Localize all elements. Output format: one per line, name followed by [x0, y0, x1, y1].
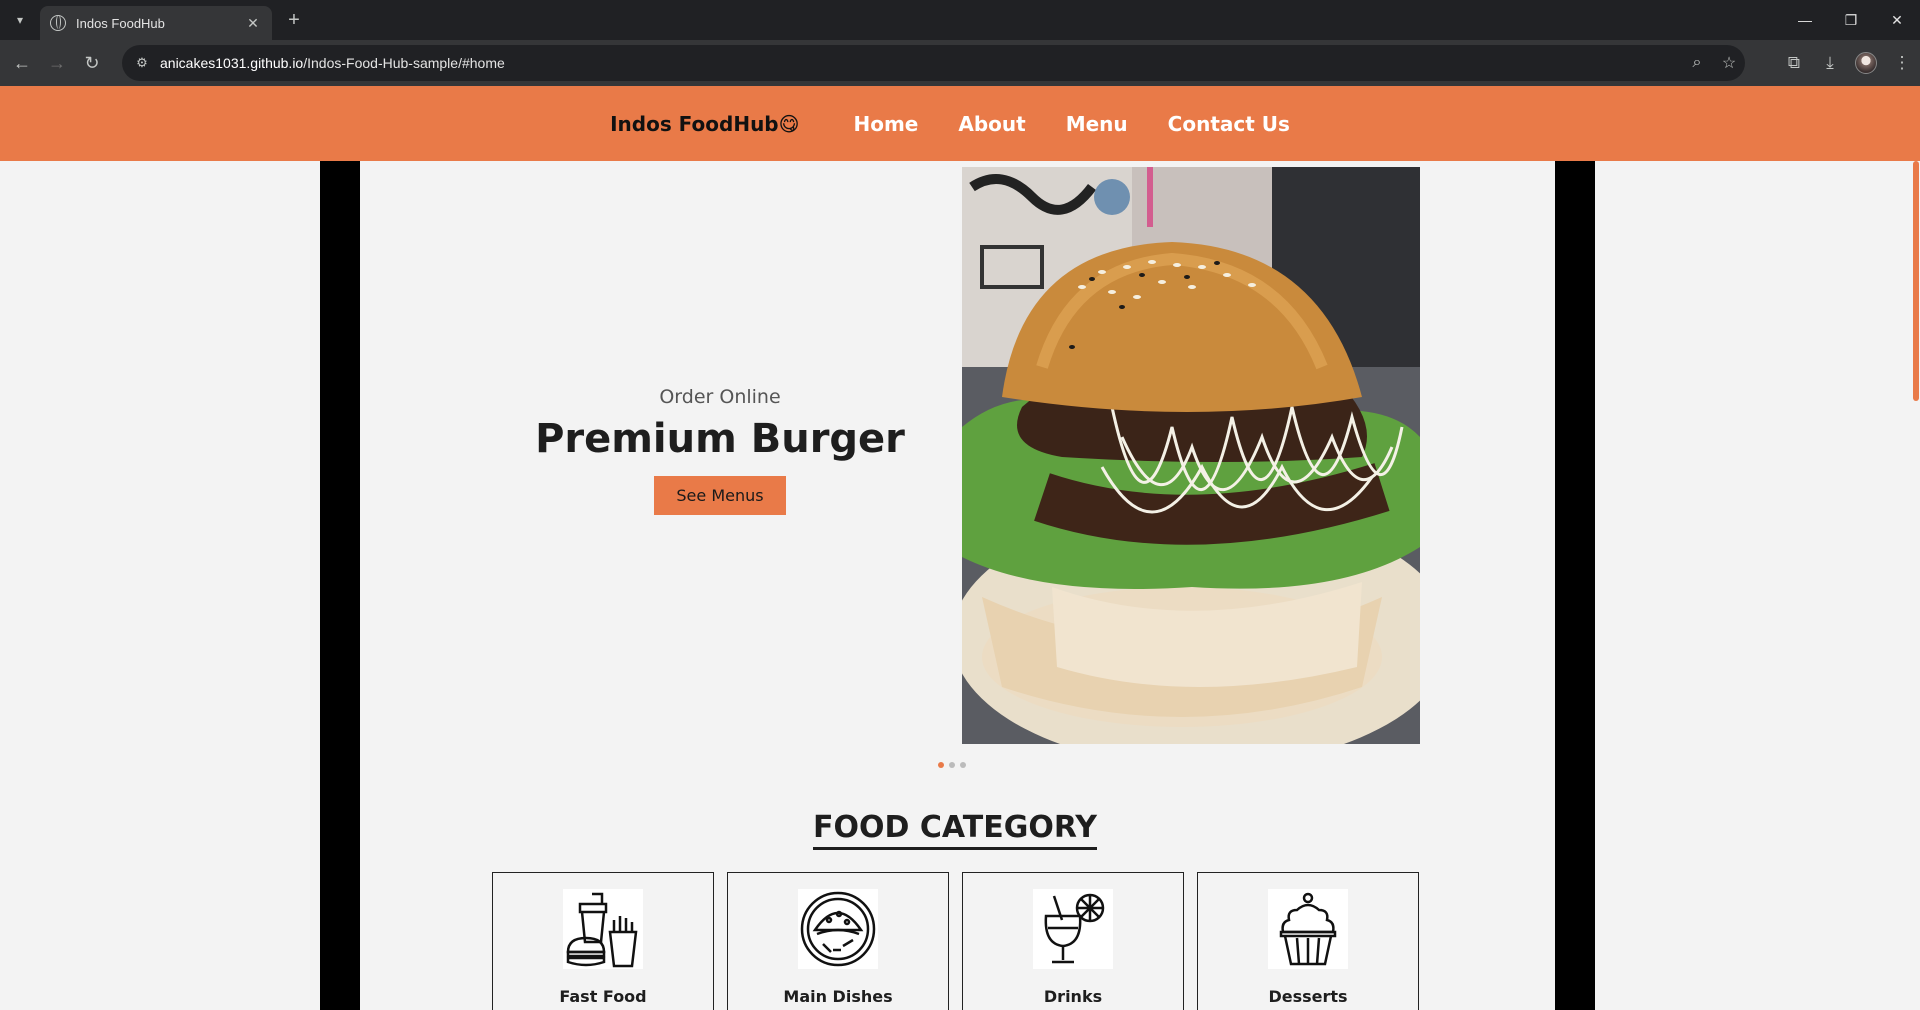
bookmark-star-icon[interactable]: ☆	[1713, 53, 1745, 73]
nav-menu[interactable]: Menu	[1066, 112, 1128, 136]
category-label-main-dishes: Main Dishes	[783, 987, 893, 1006]
page-viewport: Indos FoodHub😋 Home About Menu Contact U…	[0, 86, 1920, 1010]
menu-kebab-icon[interactable]: ⋮	[1884, 46, 1920, 80]
nav-about[interactable]: About	[958, 112, 1025, 136]
window-controls: — ❐ ✕	[1782, 0, 1920, 40]
toolbar-actions: ⧉ ⤓ ⋮	[1776, 46, 1920, 80]
frame-border-left	[320, 161, 360, 1010]
carousel-dot-2[interactable]	[949, 762, 955, 768]
category-card-drinks[interactable]: Drinks	[962, 872, 1184, 1010]
category-label-drinks: Drinks	[1043, 987, 1103, 1006]
burger-illustration	[962, 167, 1420, 744]
hero-title: Premium Burger	[535, 416, 905, 462]
url-path: /Indos-Food-Hub-sample/#home	[303, 55, 505, 71]
site-header: Indos FoodHub😋 Home About Menu Contact U…	[0, 86, 1920, 161]
taco-plate-icon	[798, 889, 878, 969]
frame-border-right	[1555, 161, 1595, 1010]
cocktail-icon	[1033, 889, 1113, 969]
avatar	[1855, 52, 1877, 74]
hero-subtitle: Order Online	[659, 386, 781, 408]
category-card-fast-food[interactable]: Fast Food	[492, 872, 714, 1010]
category-label-desserts: Desserts	[1268, 987, 1348, 1006]
browser-toolbar: ← → ↻ ⚙ anicakes1031.github.io/Indos-Foo…	[0, 40, 1920, 86]
url-host: anicakes1031.github.io	[160, 55, 304, 71]
category-label-fast-food: Fast Food	[559, 987, 647, 1006]
extensions-icon[interactable]: ⧉	[1776, 46, 1812, 80]
download-icon[interactable]: ⤓	[1812, 46, 1848, 80]
browser-tab[interactable]: Indos FoodHub ✕	[40, 6, 272, 40]
category-card-main-dishes[interactable]: Main Dishes	[727, 872, 949, 1010]
page-scrollbar[interactable]	[1912, 161, 1920, 1010]
back-button[interactable]: ←	[10, 51, 34, 75]
see-menus-button[interactable]: See Menus	[654, 476, 786, 515]
forward-button[interactable]: →	[45, 51, 69, 75]
carousel-dots	[938, 762, 966, 768]
tab-search-button[interactable]: ▾	[8, 8, 32, 32]
carousel-dot-3[interactable]	[960, 762, 966, 768]
burger-photo	[962, 167, 1420, 744]
zoom-icon[interactable]: ⌕	[1681, 54, 1713, 72]
hero-text: Order Online Premium Burger See Menus	[520, 386, 920, 515]
nav-contact[interactable]: Contact Us	[1168, 112, 1290, 136]
close-tab-icon[interactable]: ✕	[244, 15, 262, 32]
food-category-heading: FOOD CATEGORY	[760, 810, 1150, 850]
reload-button[interactable]: ↻	[80, 51, 104, 75]
cupcake-icon	[1268, 889, 1348, 969]
category-card-desserts[interactable]: Desserts	[1197, 872, 1419, 1010]
nav-home[interactable]: Home	[853, 112, 918, 136]
site-info-icon[interactable]: ⚙	[128, 55, 156, 71]
profile-button[interactable]	[1848, 46, 1884, 80]
minimize-button[interactable]: —	[1782, 0, 1828, 40]
brand-logo[interactable]: Indos FoodHub😋	[610, 112, 799, 136]
restore-button[interactable]: ❐	[1828, 0, 1874, 40]
address-bar[interactable]: ⚙ anicakes1031.github.io/Indos-Food-Hub-…	[122, 45, 1745, 81]
url-text[interactable]: anicakes1031.github.io/Indos-Food-Hub-sa…	[160, 55, 1681, 71]
food-category-heading-text: FOOD CATEGORY	[812, 810, 1098, 850]
close-window-button[interactable]: ✕	[1874, 0, 1920, 40]
new-tab-button[interactable]: +	[282, 9, 306, 33]
category-cards: Fast Food Main Dishes Drinks Desserts	[492, 872, 1419, 1010]
scrollbar-thumb[interactable]	[1913, 161, 1919, 401]
tab-title: Indos FoodHub	[76, 15, 165, 31]
browser-tab-bar: ▾ Indos FoodHub ✕ + — ❐ ✕	[0, 0, 1920, 40]
fast-food-icon	[563, 889, 643, 969]
globe-icon	[50, 15, 66, 31]
carousel-dot-1[interactable]	[938, 762, 944, 768]
